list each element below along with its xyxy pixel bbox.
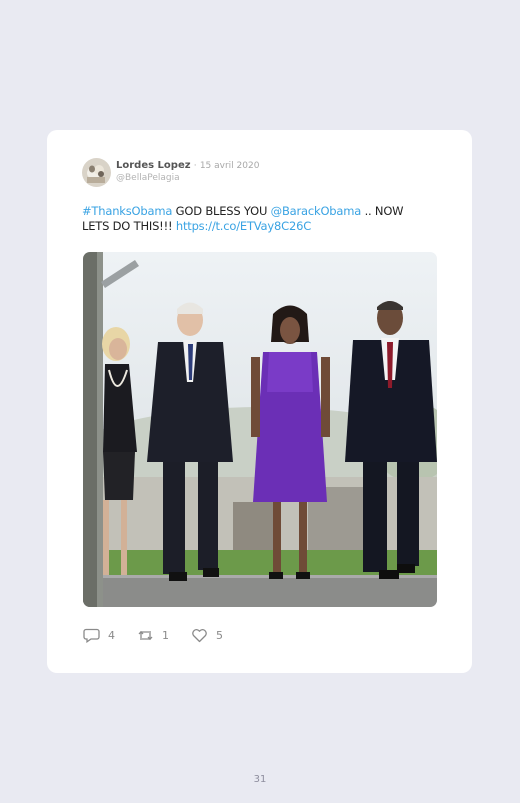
photo-of-four-people-walking	[83, 252, 437, 607]
hashtag-link[interactable]: #ThanksObama	[82, 204, 172, 218]
tweet-date[interactable]: 15 avril 2020	[200, 161, 260, 171]
mention-link[interactable]: @BarackObama	[271, 204, 362, 218]
author-block: Lordes Lopez · 15 avril 2020 @BellaPelag…	[116, 160, 259, 184]
retweet-action[interactable]: 1	[137, 628, 169, 643]
like-count: 5	[216, 629, 223, 642]
author-handle[interactable]: @BellaPelagia	[116, 172, 259, 184]
retweet-count: 1	[162, 629, 169, 642]
page-number: 31	[253, 774, 267, 785]
heart-icon	[191, 628, 216, 643]
tweet-photo[interactable]	[83, 252, 437, 607]
url-link[interactable]: https://t.co/ETVay8C26C	[176, 219, 311, 233]
avatar[interactable]	[82, 157, 111, 187]
like-action[interactable]: 5	[191, 628, 223, 643]
author-display-name[interactable]: Lordes Lopez	[116, 160, 191, 171]
tweet-text-part: GOD BLESS YOU	[172, 204, 271, 218]
retweet-icon	[137, 628, 162, 643]
reply-action[interactable]: 4	[83, 628, 115, 643]
tweet-actions: 4 1 5	[83, 628, 245, 643]
tweet-header: Lordes Lopez · 15 avril 2020 @BellaPelag…	[82, 157, 259, 187]
separator-dot: ·	[193, 161, 197, 171]
reply-icon	[83, 628, 108, 643]
reply-count: 4	[108, 629, 115, 642]
tweet-card: Lordes Lopez · 15 avril 2020 @BellaPelag…	[47, 130, 472, 673]
author-line: Lordes Lopez · 15 avril 2020	[116, 160, 259, 172]
tweet-text: #ThanksObama GOD BLESS YOU @BarackObama …	[82, 204, 432, 234]
